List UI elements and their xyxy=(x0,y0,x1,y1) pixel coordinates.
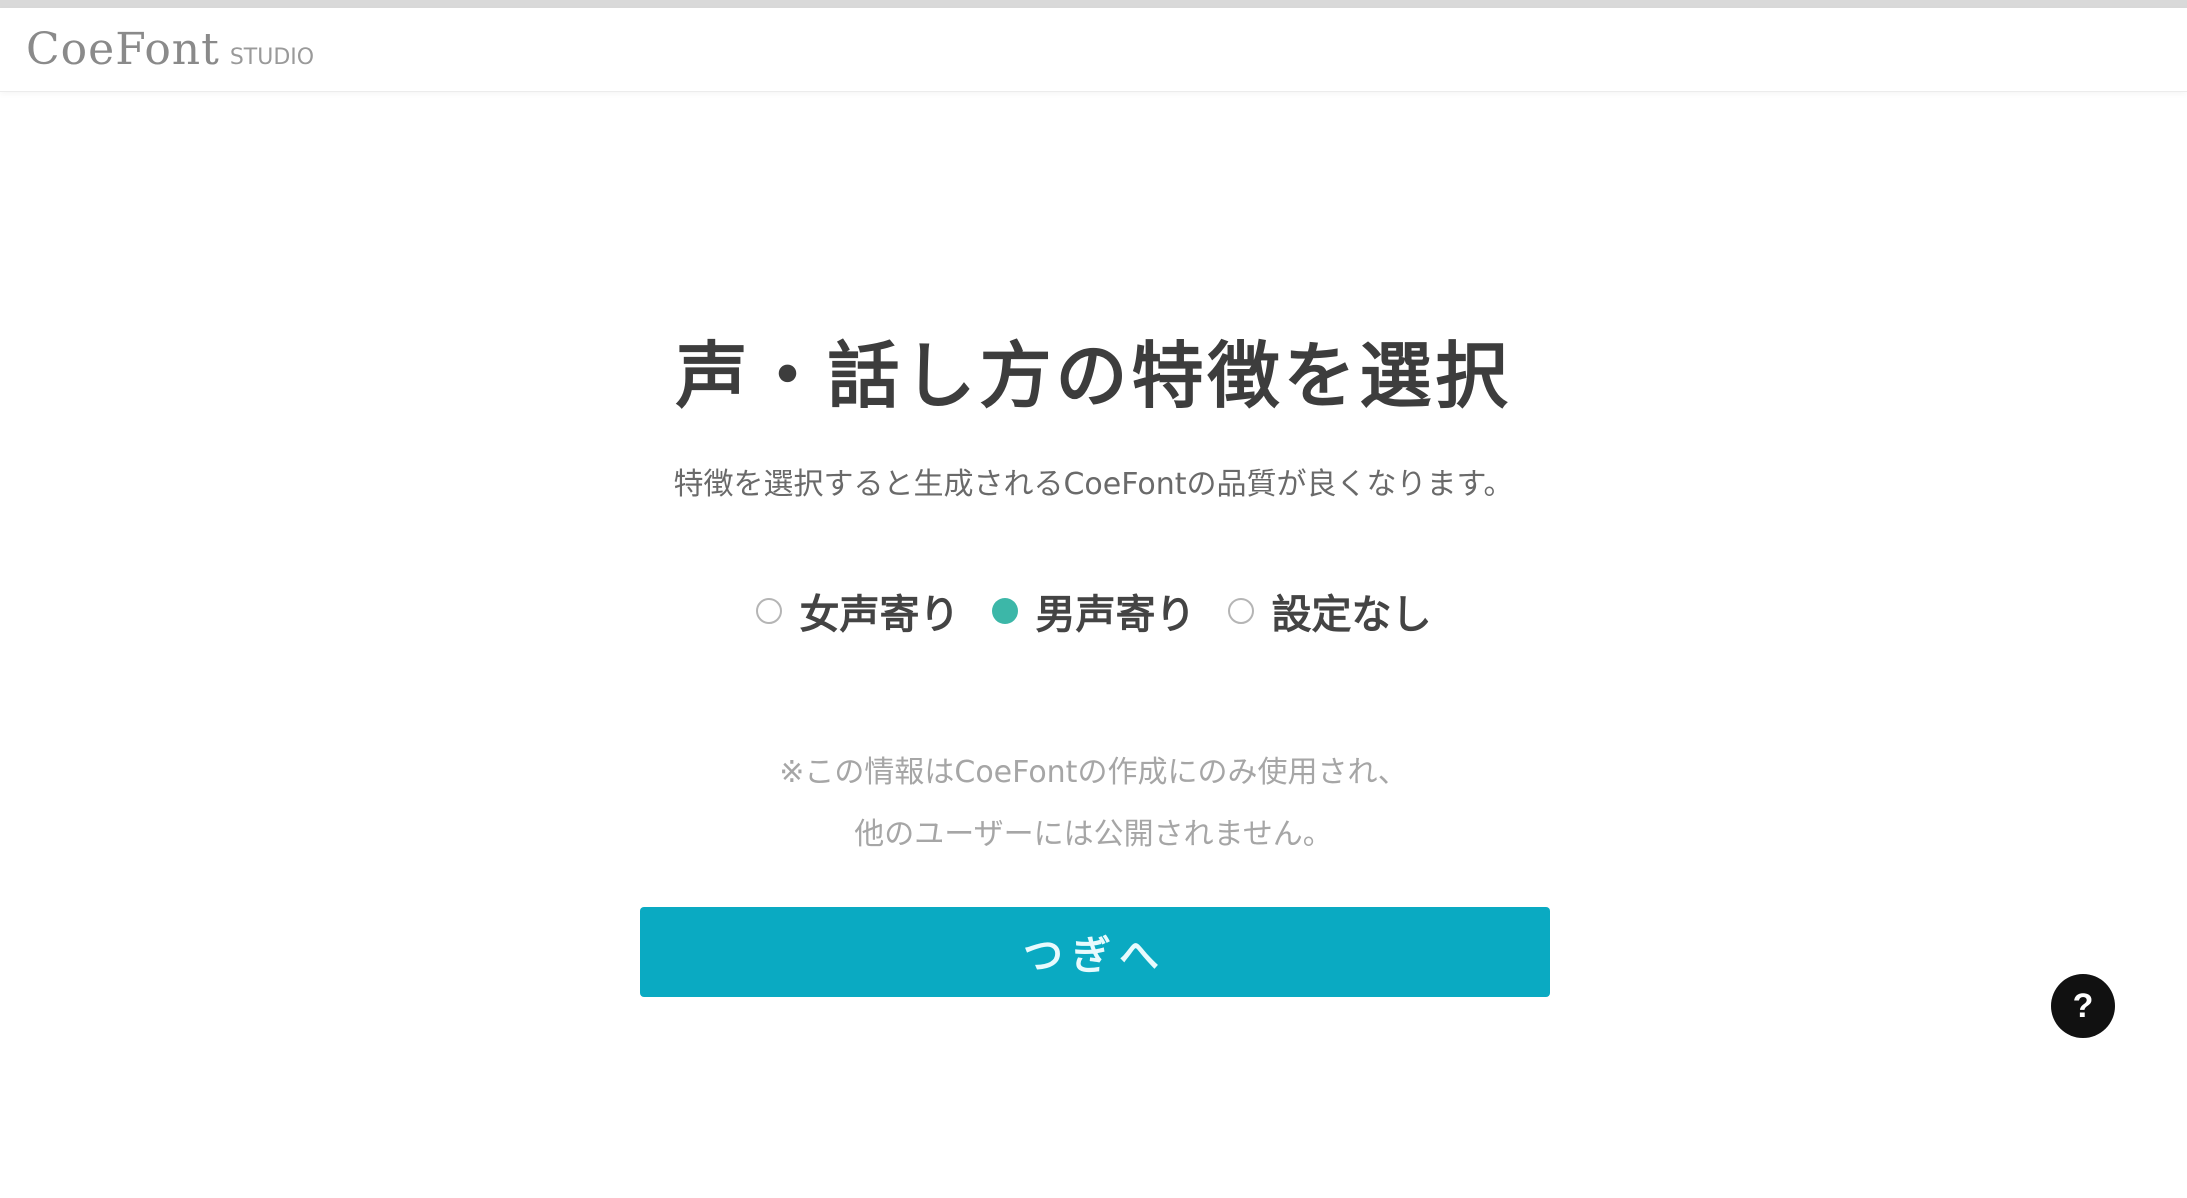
app-header: CoeFont STUDIO xyxy=(0,8,2187,92)
option-female-leaning[interactable]: 女声寄り xyxy=(755,582,960,640)
coefont-logo[interactable]: CoeFont STUDIO xyxy=(26,24,314,75)
radio-button-none[interactable] xyxy=(1227,598,1254,624)
option-no-setting[interactable]: 設定なし xyxy=(1227,582,1432,640)
logo-sub: STUDIO xyxy=(229,45,315,70)
page-subtitle: 特徴を選択すると生成されるCoeFontの品質が良くなります。 xyxy=(673,467,1514,502)
option-label-female: 女声寄り xyxy=(799,592,960,638)
next-button[interactable]: つぎへ xyxy=(640,907,1550,997)
radio-button-female[interactable] xyxy=(755,598,782,624)
help-icon[interactable]: ? xyxy=(2051,974,2115,1038)
privacy-note: ※この情報はCoeFontの作成にのみ使用され、 他のユーザーには公開されません… xyxy=(0,742,2187,866)
browser-top-strip xyxy=(0,0,2187,8)
privacy-note-line-1: ※この情報はCoeFontの作成にのみ使用され、 xyxy=(779,755,1408,790)
radio-button-male[interactable] xyxy=(991,598,1018,624)
option-label-male: 男声寄り xyxy=(1035,592,1196,638)
option-male-leaning[interactable]: 男声寄り xyxy=(991,582,1196,640)
voice-type-radio-group: 女声寄り 男声寄り 設定なし xyxy=(0,582,2187,640)
option-label-none: 設定なし xyxy=(1271,592,1432,638)
main-content: 声・話し方の特徴を選択 特徴を選択すると生成されるCoeFontの品質が良くなり… xyxy=(0,92,2187,1198)
privacy-note-line-2: 他のユーザーには公開されません。 xyxy=(854,817,1333,852)
logo-name: CoeFont xyxy=(26,24,220,75)
page-title: 声・話し方の特徴を選択 xyxy=(675,334,1512,418)
